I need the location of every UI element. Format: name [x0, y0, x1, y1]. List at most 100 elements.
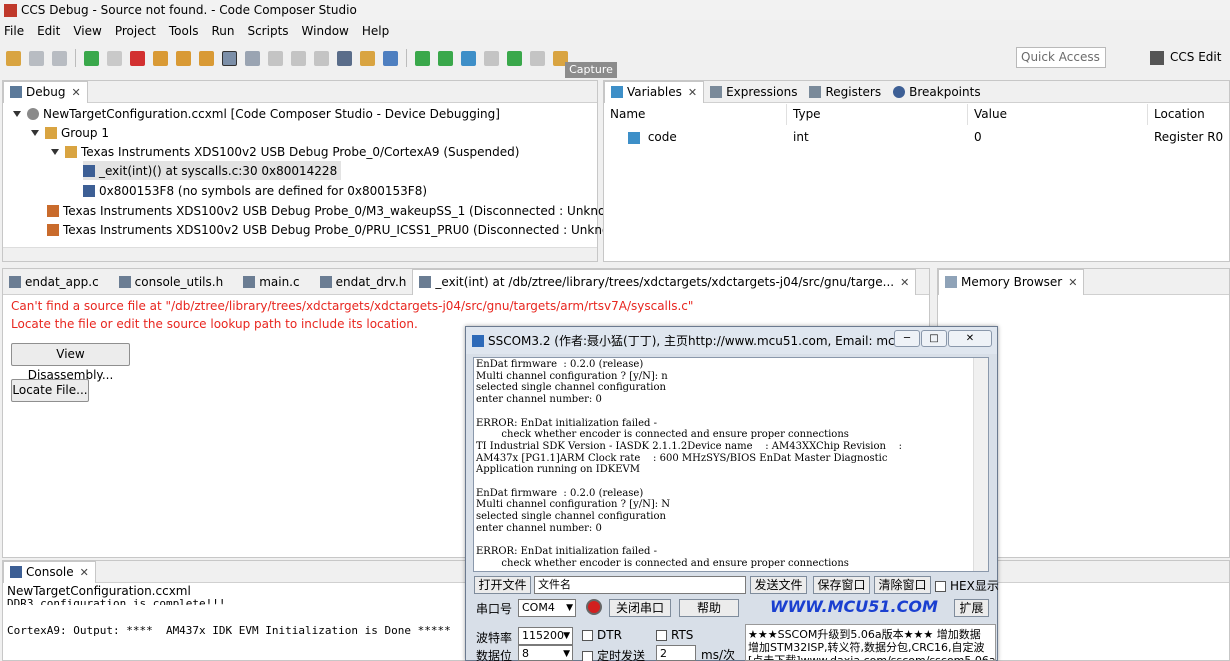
- chevron-down-icon[interactable]: ▼: [566, 600, 573, 616]
- expand-icon[interactable]: [51, 148, 59, 155]
- tree-item-cortexa9[interactable]: Texas Instruments XDS100v2 USB Debug Pro…: [51, 142, 519, 161]
- locate-file-button[interactable]: Locate File...: [11, 379, 89, 402]
- close-icon[interactable]: ✕: [1068, 276, 1077, 289]
- website-link[interactable]: WWW.MCU51.COM: [770, 597, 938, 616]
- horizontal-scrollbar[interactable]: [3, 247, 597, 261]
- run-icon[interactable]: [360, 50, 375, 66]
- ccs-edit-perspective-button[interactable]: CCS Edit: [1150, 47, 1221, 68]
- minimize-button[interactable]: ─: [894, 330, 920, 347]
- menu-view[interactable]: View: [73, 24, 101, 38]
- quick-access-input[interactable]: Quick Access: [1016, 47, 1106, 68]
- menu-tools[interactable]: Tools: [169, 24, 199, 38]
- suspend-icon[interactable]: [107, 50, 122, 66]
- save-all-icon[interactable]: [52, 50, 67, 66]
- tab-endat-drv[interactable]: endat_drv.h: [314, 271, 413, 293]
- timed-send-checkbox[interactable]: 定时发送: [582, 647, 645, 661]
- tree-item-stack-frame-addr[interactable]: 0x800153F8 (no symbols are defined for 0…: [83, 181, 427, 200]
- databits-select[interactable]: 8 ▼: [518, 645, 573, 661]
- baud-select[interactable]: 115200 ▼: [518, 627, 573, 645]
- help-button[interactable]: 帮助: [679, 599, 739, 617]
- menu-edit[interactable]: Edit: [37, 24, 60, 38]
- maximize-button[interactable]: □: [921, 330, 947, 347]
- checkbox-box[interactable]: [582, 651, 593, 661]
- vertical-scrollbar[interactable]: [973, 358, 988, 571]
- filename-input[interactable]: 文件名: [534, 576, 746, 594]
- tree-item-pru0[interactable]: Texas Instruments XDS100v2 USB Debug Pro…: [47, 220, 609, 239]
- tab-variables[interactable]: Variables ✕: [604, 80, 705, 103]
- chevron-down-icon[interactable]: ▼: [563, 628, 570, 644]
- clipboard-icon[interactable]: [484, 50, 499, 66]
- close-icon[interactable]: ✕: [688, 86, 697, 99]
- menu-run[interactable]: Run: [211, 24, 234, 38]
- tool-icon[interactable]: [530, 50, 545, 66]
- clear-window-button[interactable]: 清除窗口: [874, 576, 931, 594]
- open-file-button[interactable]: 打开文件: [474, 576, 531, 594]
- hex-display-checkbox[interactable]: HEX显示: [935, 577, 999, 594]
- expand-button[interactable]: 扩展: [954, 599, 989, 617]
- close-icon[interactable]: ✕: [900, 276, 909, 289]
- column-header-value[interactable]: Value: [968, 104, 1148, 125]
- connect-icon[interactable]: [245, 50, 260, 66]
- checkbox-box[interactable]: [582, 630, 593, 641]
- load-program-icon[interactable]: [337, 50, 352, 66]
- tree-item-target-config[interactable]: NewTargetConfiguration.ccxml [Code Compo…: [13, 104, 500, 123]
- checkbox-box[interactable]: [656, 630, 667, 641]
- new-icon[interactable]: [6, 50, 21, 66]
- column-header-location[interactable]: Location: [1148, 104, 1230, 125]
- menu-window[interactable]: Window: [302, 24, 349, 38]
- checkbox-box[interactable]: [935, 581, 946, 592]
- expand-icon[interactable]: [31, 129, 39, 136]
- restart-icon[interactable]: [291, 50, 306, 66]
- profile-icon[interactable]: [415, 50, 430, 66]
- tab-expressions[interactable]: Expressions: [704, 81, 803, 103]
- tab-memory-browser[interactable]: Memory Browser ✕: [938, 268, 1085, 295]
- debug-icon[interactable]: [383, 50, 398, 66]
- variable-value[interactable]: 0: [968, 127, 1148, 147]
- search-icon[interactable]: [461, 50, 476, 66]
- expand-icon[interactable]: [13, 110, 21, 117]
- column-header-type[interactable]: Type: [787, 104, 968, 125]
- interval-input[interactable]: 2: [656, 645, 696, 661]
- step-into-icon[interactable]: [153, 50, 168, 66]
- menu-help[interactable]: Help: [362, 24, 389, 38]
- instruction-step-icon[interactable]: [222, 50, 237, 66]
- tab-console[interactable]: Console ✕: [3, 560, 96, 583]
- tab-debug[interactable]: Debug ✕: [3, 80, 88, 103]
- tab-endat-app[interactable]: endat_app.c: [3, 271, 105, 293]
- tab-main[interactable]: main.c: [237, 271, 305, 293]
- chevron-down-icon[interactable]: ▼: [563, 646, 570, 661]
- close-icon[interactable]: ✕: [71, 86, 80, 99]
- close-icon[interactable]: ✕: [80, 566, 89, 579]
- tab-console-utils[interactable]: console_utils.h: [113, 271, 230, 293]
- step-over-icon[interactable]: [176, 50, 191, 66]
- port-select[interactable]: COM4 ▼: [518, 599, 576, 617]
- view-disassembly-button[interactable]: View Disassembly...: [11, 343, 130, 382]
- tab-exit-source[interactable]: _exit(int) at /db/ztree/library/trees/xd…: [412, 268, 917, 295]
- menu-project[interactable]: Project: [115, 24, 156, 38]
- download-link[interactable]: [点击下载]www.daxia.com/sscom/sscom5.06a.z: [748, 652, 995, 660]
- dtr-checkbox[interactable]: DTR: [582, 628, 622, 642]
- column-header-name[interactable]: Name: [604, 104, 787, 125]
- tab-breakpoints[interactable]: Breakpoints: [887, 81, 986, 103]
- close-port-button[interactable]: 关闭串口: [609, 599, 671, 617]
- variable-name-cell[interactable]: code: [622, 127, 787, 147]
- tab-registers[interactable]: Registers: [803, 81, 887, 103]
- tree-item-m3-wakeup[interactable]: Texas Instruments XDS100v2 USB Debug Pro…: [47, 201, 612, 220]
- resume-icon[interactable]: [84, 50, 99, 66]
- tree-item-stack-frame-exit[interactable]: _exit(int)() at syscalls.c:30 0x80014228: [83, 161, 342, 180]
- close-button[interactable]: ✕: [948, 330, 992, 347]
- step-return-icon[interactable]: [199, 50, 214, 66]
- reset-icon[interactable]: [268, 50, 283, 66]
- menu-scripts[interactable]: Scripts: [247, 24, 288, 38]
- rts-checkbox[interactable]: RTS: [656, 628, 693, 642]
- send-file-button[interactable]: 发送文件: [750, 576, 807, 594]
- save-icon[interactable]: [29, 50, 44, 66]
- capture-icon[interactable]: [507, 50, 522, 66]
- receive-textarea[interactable]: EnDat firmware : 0.2.0 (release) Multi c…: [473, 357, 989, 572]
- terminate-icon[interactable]: [130, 50, 145, 66]
- tree-item-group[interactable]: Group 1: [31, 123, 109, 142]
- save-window-button[interactable]: 保存窗口: [813, 576, 870, 594]
- refresh-icon[interactable]: [438, 50, 453, 66]
- menu-file[interactable]: File: [4, 24, 24, 38]
- disconnect-icon[interactable]: [314, 50, 329, 66]
